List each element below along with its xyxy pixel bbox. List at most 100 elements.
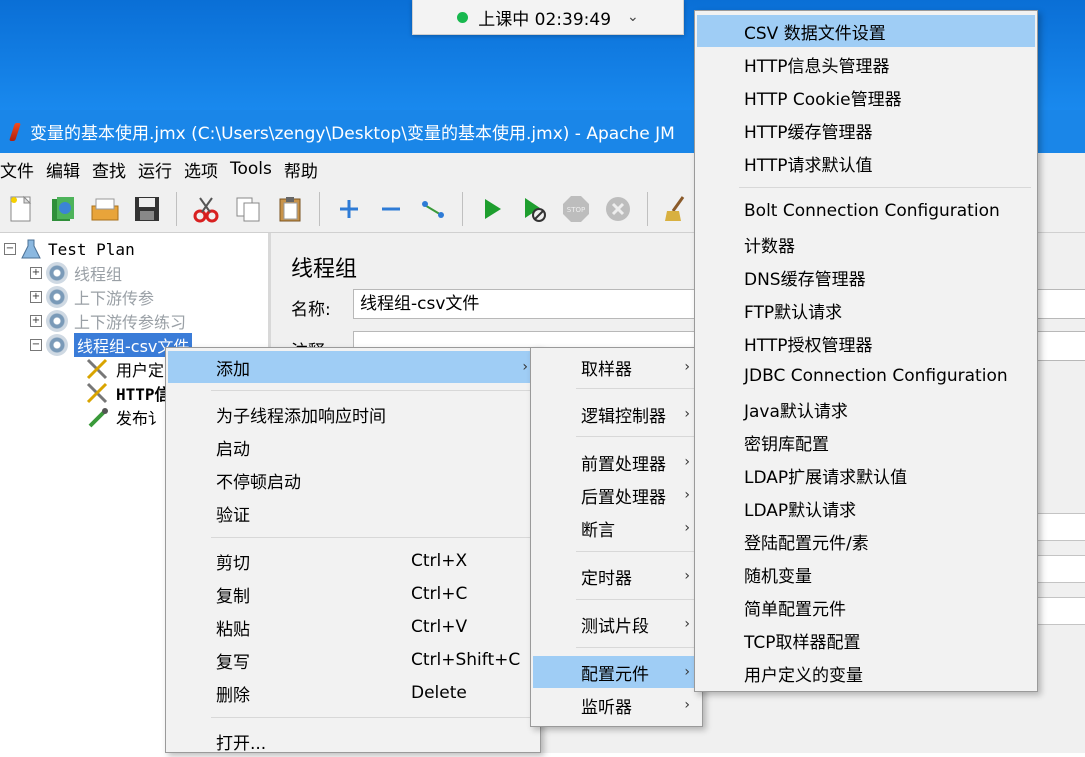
config-item-simple-config[interactable]: 简单配置元件 [697, 591, 1035, 623]
menu-item-start-no-pause[interactable]: 不停顿启动 [168, 464, 538, 496]
collapse-toggle-icon[interactable]: − [30, 339, 42, 351]
tree-label: 发布讠 [116, 409, 165, 428]
start-no-pause-icon[interactable] [517, 192, 551, 226]
menu-options[interactable]: 选项 [178, 157, 224, 182]
toggle-icon[interactable] [416, 192, 450, 226]
menu-item-label: Bolt Connection Configuration [744, 201, 1000, 221]
collapse-toggle-icon[interactable]: − [4, 243, 16, 255]
config-item-keystore-config[interactable]: 密钥库配置 [697, 426, 1035, 458]
config-item-http-header-manager[interactable]: HTTP信息头管理器 [697, 48, 1035, 80]
paste-icon[interactable] [273, 192, 307, 226]
chevron-down-icon[interactable]: ⌄ [627, 9, 639, 25]
toolbar-separator [319, 191, 320, 226]
tree-node-child[interactable]: 发布讠 [86, 405, 164, 429]
menu-item-copy[interactable]: 复制 Ctrl+C [168, 578, 538, 610]
start-icon[interactable] [475, 192, 509, 226]
config-item-ftp-request-defaults[interactable]: FTP默认请求 [697, 294, 1035, 326]
config-item-tcp-sampler-config[interactable]: TCP取样器配置 [697, 624, 1035, 656]
chevron-right-icon: › [684, 487, 690, 503]
cut-icon[interactable] [189, 192, 223, 226]
tree-node-thread-group[interactable]: + 线程组 [30, 261, 122, 285]
menu-item-open[interactable]: 打开... [168, 725, 538, 757]
config-item-counter[interactable]: 计数器 [697, 228, 1035, 260]
submenu-item-pre-processor[interactable]: 前置处理器 › [533, 446, 700, 478]
menu-item-add-response-time[interactable]: 为子线程添加响应时间 [168, 398, 538, 430]
menu-file[interactable]: 文件 [0, 157, 40, 182]
config-item-java-request-defaults[interactable]: Java默认请求 [697, 393, 1035, 425]
menu-item-label: 随机变量 [744, 566, 812, 587]
shutdown-icon[interactable] [601, 192, 635, 226]
config-item-http-cookie-manager[interactable]: HTTP Cookie管理器 [697, 81, 1035, 113]
menu-separator [211, 717, 532, 718]
tree-label: 上下游传参练习 [74, 313, 187, 332]
templates-icon[interactable] [46, 192, 80, 226]
menu-item-duplicate[interactable]: 复写 Ctrl+Shift+C [168, 644, 538, 676]
open-folder-icon[interactable] [88, 192, 122, 226]
menu-tools[interactable]: Tools [224, 159, 278, 179]
config-item-http-authorization-manager[interactable]: HTTP授权管理器 [697, 327, 1035, 359]
status-text: 上课中 02:39:49 [478, 9, 612, 30]
menu-help[interactable]: 帮助 [278, 157, 324, 182]
tree-node-test-plan[interactable]: − Test Plan [4, 237, 135, 261]
menu-item-label: 计数器 [744, 236, 795, 257]
submenu-item-listener[interactable]: 监听器 › [533, 689, 700, 721]
tree-node-thread-group[interactable]: + 上下游传参练习 [30, 309, 186, 333]
menu-item-paste[interactable]: 粘贴 Ctrl+V [168, 611, 538, 643]
submenu-item-timer[interactable]: 定时器 › [533, 560, 700, 592]
menu-item-cut[interactable]: 剪切 Ctrl+X [168, 545, 538, 577]
collapse-all-icon[interactable] [374, 192, 408, 226]
menu-item-delete[interactable]: 删除 Delete [168, 677, 538, 709]
config-item-login-config[interactable]: 登陆配置元件/素 [697, 525, 1035, 557]
stop-icon[interactable]: STOP [559, 192, 593, 226]
menu-item-validate[interactable]: 验证 [168, 497, 538, 529]
config-item-ldap-request-defaults[interactable]: LDAP默认请求 [697, 492, 1035, 524]
shortcut-label: Ctrl+C [411, 584, 468, 604]
config-item-dns-cache-manager[interactable]: DNS缓存管理器 [697, 261, 1035, 293]
window-title: 变量的基本使用.jmx (C:\Users\zengy\Desktop\变量的基… [30, 124, 675, 144]
wrench-tools-icon [86, 358, 108, 380]
copy-icon[interactable] [231, 192, 265, 226]
pipette-icon [88, 408, 108, 428]
config-item-user-defined-variables[interactable]: 用户定义的变量 [697, 657, 1035, 689]
shortcut-label: Ctrl+V [411, 617, 468, 637]
submenu-item-test-fragment[interactable]: 测试片段 › [533, 608, 700, 640]
class-status-pill[interactable]: 上课中 02:39:49 ⌄ [412, 0, 684, 35]
tree-node-child[interactable]: HTTP信 [86, 381, 171, 405]
expand-toggle-icon[interactable]: + [30, 291, 42, 303]
menu-separator [576, 599, 694, 600]
config-item-bolt-connection[interactable]: Bolt Connection Configuration [697, 195, 1035, 227]
jmeter-feather-icon [9, 122, 21, 141]
config-item-csv-data-set[interactable]: CSV 数据文件设置 [697, 15, 1035, 47]
submenu-item-post-processor[interactable]: 后置处理器 › [533, 479, 700, 511]
expand-toggle-icon[interactable]: + [30, 267, 42, 279]
menu-item-label: 粘贴 [216, 619, 250, 640]
config-item-http-cache-manager[interactable]: HTTP缓存管理器 [697, 114, 1035, 146]
submenu-item-logic-controller[interactable]: 逻辑控制器 › [533, 398, 700, 430]
menu-item-label: 登陆配置元件/素 [744, 533, 869, 554]
config-item-http-request-defaults[interactable]: HTTP请求默认值 [697, 147, 1035, 179]
expand-toggle-icon[interactable]: + [30, 315, 42, 327]
menu-item-label: 为子线程添加响应时间 [216, 406, 386, 427]
menu-item-start[interactable]: 启动 [168, 431, 538, 463]
menu-item-label: 添加 [216, 359, 250, 380]
menu-separator [739, 187, 1031, 188]
save-icon[interactable] [130, 192, 164, 226]
menu-run[interactable]: 运行 [132, 157, 178, 182]
clear-broom-icon[interactable] [660, 192, 694, 226]
menu-search[interactable]: 查找 [86, 157, 132, 182]
menu-item-add[interactable]: 添加 › [168, 351, 538, 383]
menu-item-label: 简单配置元件 [744, 599, 846, 620]
submenu-item-assertion[interactable]: 断言 › [533, 512, 700, 544]
menu-item-label: 断言 [581, 520, 615, 541]
submenu-item-sampler[interactable]: 取样器 › [533, 351, 700, 383]
expand-all-icon[interactable] [332, 192, 366, 226]
config-item-jdbc-connection[interactable]: JDBC Connection Configuration [697, 360, 1035, 392]
tree-node-thread-group[interactable]: + 上下游传参 [30, 285, 154, 309]
new-file-icon[interactable] [4, 192, 38, 226]
menu-edit[interactable]: 编辑 [40, 157, 86, 182]
add-submenu: 取样器 › 逻辑控制器 › 前置处理器 › 后置处理器 › 断言 › 定时器 ›… [530, 347, 703, 727]
tree-node-child[interactable]: 用户定 [86, 357, 164, 381]
config-item-random-variable[interactable]: 随机变量 [697, 558, 1035, 590]
config-item-ldap-extended-defaults[interactable]: LDAP扩展请求默认值 [697, 459, 1035, 491]
submenu-item-config-element[interactable]: 配置元件 › [533, 656, 700, 688]
